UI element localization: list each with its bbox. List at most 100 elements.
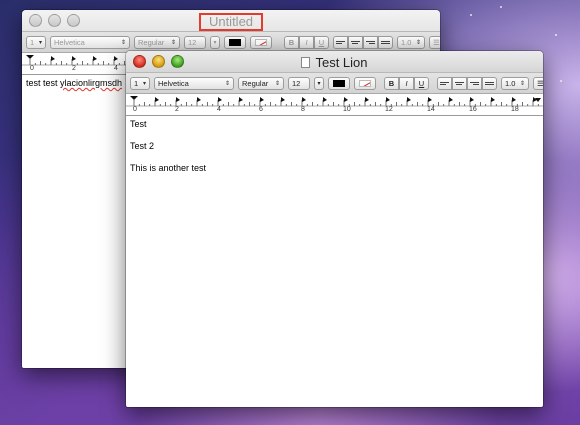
tab-stop-marker[interactable] <box>323 97 327 102</box>
font-style-popup[interactable]: Regular ⇕ <box>238 76 284 90</box>
font-family-value: Helvetica <box>54 37 85 47</box>
text-color-well[interactable] <box>328 76 350 90</box>
indent-marker[interactable] <box>26 55 34 59</box>
ruler-label: 6 <box>259 106 263 113</box>
updown-arrows-icon: ⇕ <box>120 39 126 46</box>
title-bar[interactable]: Test Lion <box>126 51 543 73</box>
no-color-swatch <box>359 79 371 87</box>
tab-stop-marker[interactable] <box>260 97 264 102</box>
list-popup[interactable]: ☰⇕ <box>429 35 440 49</box>
italic-button[interactable]: I <box>399 76 414 90</box>
align-left-button[interactable] <box>437 76 452 90</box>
tab-stop-marker[interactable] <box>218 97 222 102</box>
test-lion-document-window[interactable]: Test Lion 1 ▾ Helvetica ⇕ Regular ⇕ 12 ▾ B … <box>126 51 543 407</box>
tab-stop-marker[interactable] <box>239 97 243 102</box>
bold-button[interactable]: B <box>284 35 299 49</box>
styles-label: 1 <box>134 78 139 88</box>
font-size-field[interactable]: 12 <box>184 35 206 49</box>
tab-stop-marker[interactable] <box>302 97 306 102</box>
font-family-popup[interactable]: Helvetica ⇕ <box>154 76 234 90</box>
tab-stop-marker[interactable] <box>155 97 159 102</box>
align-left-icon <box>336 40 345 45</box>
tab-stop-marker[interactable] <box>281 97 285 102</box>
ruler[interactable]: 0 2 4 6 8 10 12 14 16 18 <box>126 94 543 116</box>
chevron-down-icon: ▾ <box>38 39 42 46</box>
text-style-buttons: B I U <box>384 76 429 90</box>
document-text-area[interactable]: Test Test 2 This is another test <box>126 116 543 188</box>
list-popup[interactable]: ☰⇕ <box>533 76 543 90</box>
text-color-well[interactable] <box>224 35 246 49</box>
italic-label: I <box>405 78 408 88</box>
ruler-label: 12 <box>385 106 393 113</box>
tab-stop-marker[interactable] <box>386 97 390 102</box>
font-size-field[interactable]: 12 <box>288 76 310 90</box>
list-icon: ☰ <box>537 78 543 88</box>
highlight-color-well[interactable] <box>250 35 272 49</box>
line-spacing-popup[interactable]: 1.0 ⇕ <box>397 35 425 49</box>
underline-button[interactable]: U <box>414 76 429 90</box>
justify-button[interactable] <box>378 35 393 49</box>
align-center-icon <box>351 40 360 45</box>
styles-popup[interactable]: 1 ▾ <box>130 76 150 90</box>
bold-button[interactable]: B <box>384 76 399 90</box>
tab-stop-marker[interactable] <box>428 97 432 102</box>
font-size-value: 12 <box>292 78 301 88</box>
ruler-label: 14 <box>427 106 435 113</box>
justify-button[interactable] <box>482 76 497 90</box>
text-line: test test <box>26 78 61 88</box>
tab-stop-marker[interactable] <box>72 56 76 61</box>
tab-stop-marker[interactable] <box>470 97 474 102</box>
tab-stop-marker[interactable] <box>176 97 180 102</box>
tab-stop-marker[interactable] <box>365 97 369 102</box>
align-right-button[interactable] <box>467 76 482 90</box>
tab-stop-marker[interactable] <box>512 97 516 102</box>
tab-stop-marker[interactable] <box>449 97 453 102</box>
indent-marker[interactable] <box>130 96 138 100</box>
ruler-marks <box>126 96 543 107</box>
star <box>560 80 562 82</box>
font-size-stepper[interactable]: ▾ <box>314 76 324 90</box>
tab-stop-marker[interactable] <box>197 97 201 102</box>
italic-button[interactable]: I <box>299 35 314 49</box>
underline-button[interactable]: U <box>314 35 329 49</box>
paragraph: Test <box>130 119 147 129</box>
tab-stop-marker[interactable] <box>93 56 97 61</box>
color-swatch <box>229 38 241 46</box>
styles-popup[interactable]: 1 ▾ <box>26 35 46 49</box>
ruler-label: 2 <box>175 106 179 113</box>
alignment-buttons <box>437 76 497 90</box>
tab-stop-marker[interactable] <box>114 56 118 61</box>
ruler-label: 10 <box>343 106 351 113</box>
align-right-icon <box>366 40 375 45</box>
font-size-stepper[interactable]: ▾ <box>210 35 220 49</box>
text-style-buttons: B I U <box>284 35 329 49</box>
font-family-popup[interactable]: Helvetica ⇕ <box>50 35 130 49</box>
window-title: Test Lion <box>315 55 368 70</box>
align-center-icon <box>455 81 464 86</box>
align-right-button[interactable] <box>363 35 378 49</box>
updown-arrows-icon: ⇕ <box>224 80 230 87</box>
align-center-button[interactable] <box>348 35 363 49</box>
ruler-label: 2 <box>72 65 76 72</box>
justify-icon <box>485 81 494 86</box>
star <box>470 14 472 16</box>
line-spacing-popup[interactable]: 1.0 ⇕ <box>501 76 529 90</box>
tab-stop-marker[interactable] <box>491 97 495 102</box>
tab-stop-marker[interactable] <box>344 97 348 102</box>
highlight-color-well[interactable] <box>354 76 376 90</box>
updown-arrows-icon: ⇕ <box>170 39 176 46</box>
color-swatch <box>333 79 345 87</box>
font-style-popup[interactable]: Regular ⇕ <box>134 35 180 49</box>
font-family-value: Helvetica <box>158 78 189 88</box>
tab-stop-marker[interactable] <box>407 97 411 102</box>
format-toolbar: 1 ▾ Helvetica ⇕ Regular ⇕ 12 ▾ B I U 1.0 ⇕ ☰ <box>22 32 440 53</box>
ruler-label: 4 <box>217 106 221 113</box>
title-bar[interactable]: Untitled <box>22 10 440 32</box>
align-left-icon <box>440 81 449 86</box>
align-center-button[interactable] <box>452 76 467 90</box>
chevron-down-icon: ▾ <box>317 80 321 87</box>
tab-stop-marker[interactable] <box>51 56 55 61</box>
line-spacing-value: 1.0 <box>401 37 412 47</box>
align-left-button[interactable] <box>333 35 348 49</box>
alignment-buttons <box>333 35 393 49</box>
